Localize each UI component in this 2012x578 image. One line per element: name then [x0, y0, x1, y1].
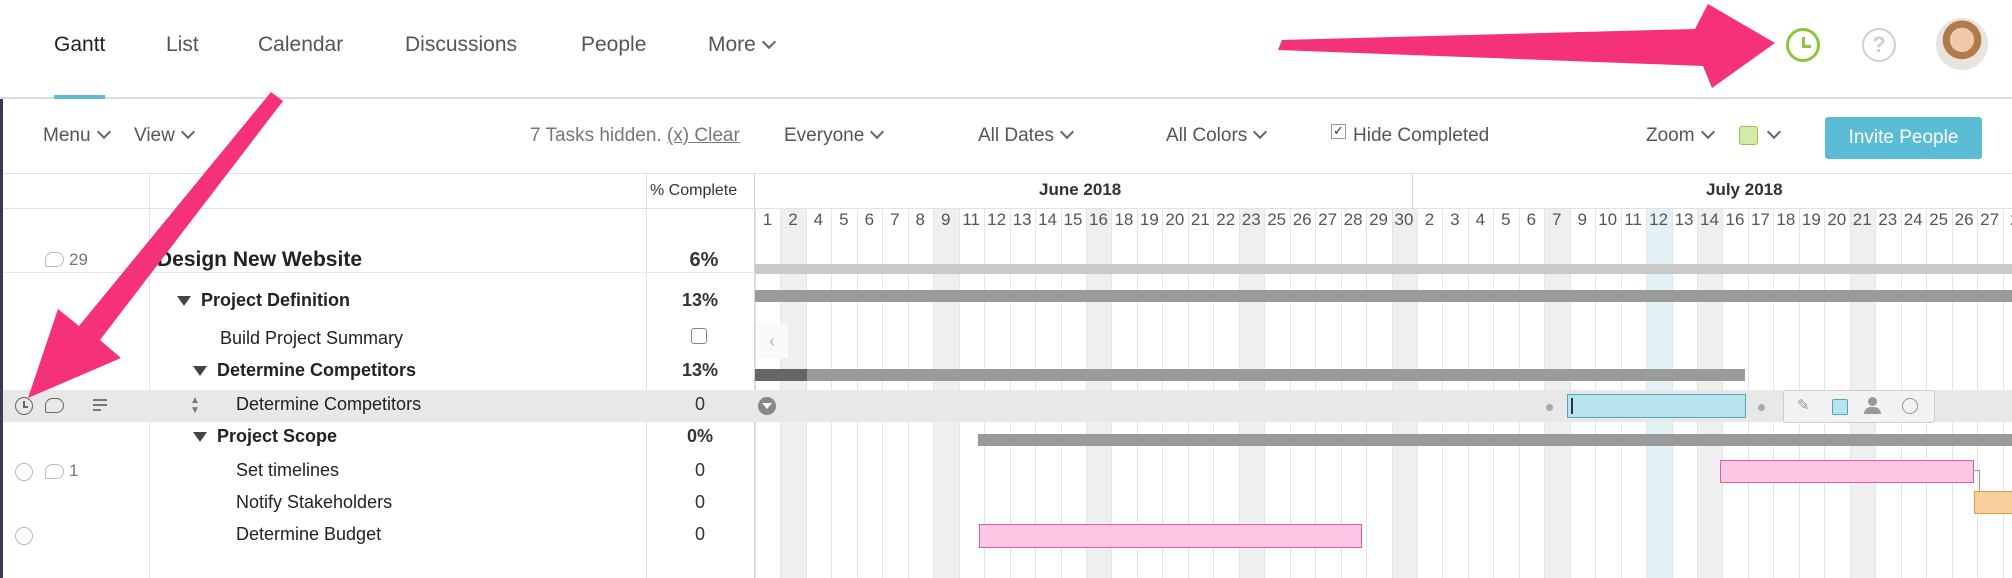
arrow-to-row-clock [28, 92, 283, 398]
annotation-arrows [28, 4, 1775, 398]
arrow-to-clock [1278, 4, 1775, 88]
